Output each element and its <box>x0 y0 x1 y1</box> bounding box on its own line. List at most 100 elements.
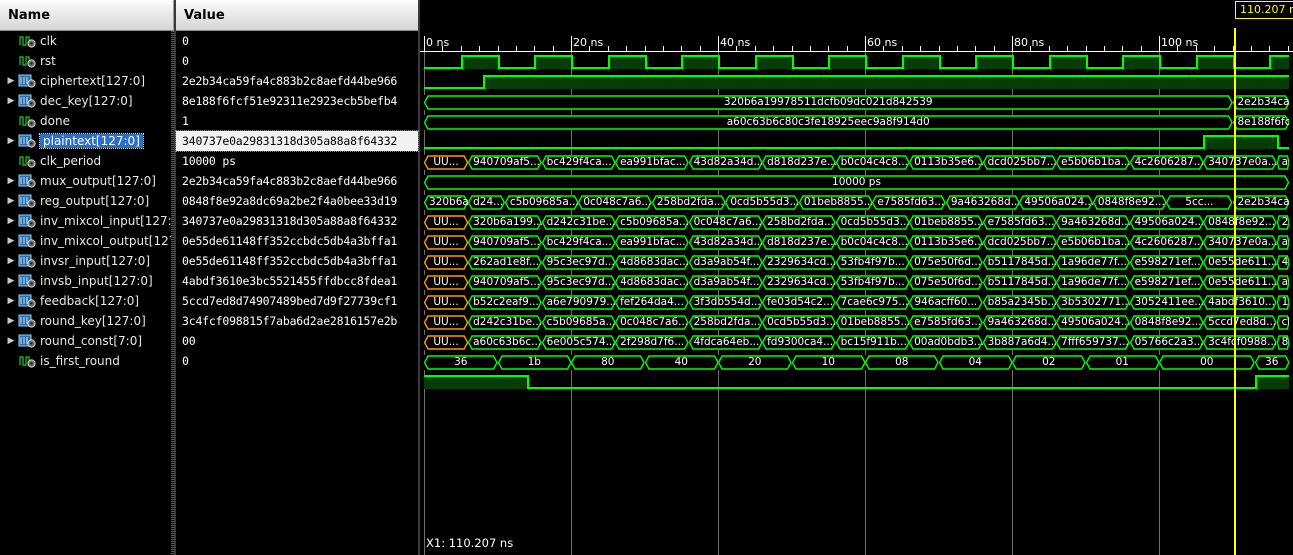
bus-segment: UU... <box>424 155 469 170</box>
bus-segment: 1a96de77f... <box>1056 255 1130 270</box>
signal-row-invsr_input1270[interactable]: ▶ invsr_input[127:0] <box>0 251 174 271</box>
bus-segment-label: 2329634cd... <box>767 276 836 288</box>
bus-segment: UU... <box>424 235 469 250</box>
bus-segment: UU... <box>424 215 469 230</box>
name-panel-scrollbar[interactable] <box>171 31 174 555</box>
bus-segment-label: 01beb8855... <box>914 216 983 228</box>
expand-triangle-icon[interactable]: ▶ <box>4 91 18 111</box>
waveform-row[interactable]: 36 1b 80 40 20 10 08 04 02 01 00 36 <box>420 352 1293 372</box>
bus-segment: 946acff60... <box>909 295 983 310</box>
bus-segment: 075e50f6d... <box>909 275 983 290</box>
expand-triangle-icon[interactable]: ▶ <box>4 191 18 211</box>
waveform-row[interactable]: UU... 940709af5... bc429f4ca... ea991bfac..… <box>420 152 1293 172</box>
expand-triangle-icon[interactable]: ▶ <box>4 331 18 351</box>
waveform-row[interactable]: UU... 262ad1e8f... 95c3ec97d... 4d8683dac..… <box>420 252 1293 272</box>
signal-value-text: 00 <box>182 334 196 348</box>
waveform-row[interactable]: a60c63b6c80c3fe18925eec9a8f914d0 8e188f6f… <box>420 112 1293 132</box>
waveform-high-level <box>534 55 571 57</box>
expand-triangle-icon[interactable]: ▶ <box>4 131 18 151</box>
bus-segment-label: 01beb8855... <box>803 196 873 208</box>
waveform-edge <box>497 55 500 69</box>
expand-triangle-icon[interactable]: ▶ <box>4 311 18 331</box>
signal-row-clk_period[interactable]: ▶ clk_period <box>0 151 174 171</box>
signal-row-dec_key1270[interactable]: ▶ dec_key[127:0] <box>0 91 174 111</box>
signal-value-cell: 8e188f6fcf51e92311e2923ecb5befb4 <box>176 91 418 111</box>
signal-row-is_first_round[interactable]: ▶ is_first_round <box>0 351 174 371</box>
signal-row-mux_output1270[interactable]: ▶ mux_output[127:0] <box>0 171 174 191</box>
waveform-row[interactable]: 320b6a199... d24... c5b09685a... 0c048c7a6.… <box>420 192 1293 212</box>
waveform-row[interactable]: UU... a60c63b6c... 6e005c574... 2f298d7f6..… <box>420 332 1293 352</box>
bus-segment: d3a9ab54f... <box>688 255 763 270</box>
signal-row-clk[interactable]: ▶ clk <box>0 31 174 51</box>
bus-segment: 05766c2a3... <box>1129 335 1204 350</box>
bus-segment: 80 <box>571 355 645 370</box>
signal-row-invsb_input1270[interactable]: ▶ invsb_input[127:0] <box>0 271 174 291</box>
bus-segment-label: 0848f8e92... <box>1134 316 1202 328</box>
signal-name-label: plaintext[127:0] <box>39 133 144 149</box>
waveform-row[interactable]: UU... b52c2eaf9... a6e790979... fef264da4..… <box>420 292 1293 312</box>
waveform-row[interactable] <box>420 72 1293 92</box>
value-column-header[interactable]: Value <box>176 0 418 31</box>
bus-segment: 10000 ps <box>424 175 1289 190</box>
bus-signal-icon <box>18 294 36 308</box>
time-ruler[interactable]: 0 ns 20 ns 40 ns 60 ns 80 ns 100 ns <box>420 0 1293 52</box>
waveform-row[interactable]: UU... d242c31be... c5b09685a... 0c048c7a6..… <box>420 312 1293 332</box>
signal-row-round_const70[interactable]: ▶ round_const[7:0] <box>0 331 174 351</box>
bus-segment: 0113b35e6... <box>909 155 983 170</box>
waveform-panel[interactable]: 0 ns 20 ns 40 ns 60 ns 80 ns 100 ns 320b6a199… <box>420 0 1293 555</box>
ruler-tick-label: 60 ns <box>867 36 898 49</box>
expand-triangle-icon[interactable]: ▶ <box>4 271 18 291</box>
waveform-row[interactable] <box>420 372 1293 392</box>
signal-row-feedback1270[interactable]: ▶ feedback[127:0] <box>0 291 174 311</box>
bus-segment: ea991bfac... <box>615 235 689 250</box>
signal-row-inv_mixcol_output1270[interactable]: ▶ inv_mixcol_output[127:0] <box>0 231 174 251</box>
bus-segment: 01beb8855... <box>835 315 910 330</box>
bus-segment-label: fd9300ca4... <box>767 336 834 348</box>
signal-name-list: ▶ clk ▶ rst ▶ ciphertext[127:0] ▶ dec_key[127:0… <box>0 31 174 371</box>
bus-segment: 940709af5... <box>468 275 542 290</box>
bus-segment: 340737e0a... <box>1203 235 1277 250</box>
bus-segment: 258bd2fda... <box>688 315 763 330</box>
expand-triangle-icon[interactable]: ▶ <box>4 71 18 91</box>
bus-segment-label: 940709af5... <box>473 236 541 248</box>
waveform-row[interactable]: UU... 320b6a199... d242c31be... c5b09685a..… <box>420 212 1293 232</box>
expand-triangle-icon[interactable]: ▶ <box>4 171 18 191</box>
expand-triangle-icon[interactable]: ▶ <box>4 251 18 271</box>
signal-row-plaintext1270[interactable]: ▶ plaintext[127:0] <box>0 131 174 151</box>
waveform-row[interactable] <box>420 132 1293 152</box>
signal-value-cell: 3c4fcf098815f7aba6d2ae2816157e2b <box>176 311 418 331</box>
bus-segment: 9a463268d... <box>982 315 1057 330</box>
bus-segment-label: a03... <box>1281 276 1289 288</box>
signal-row-round_key1270[interactable]: ▶ round_key[127:0] <box>0 311 174 331</box>
waveform-high-level <box>607 55 645 57</box>
name-column-header[interactable]: Name <box>0 0 174 31</box>
waveform-row[interactable] <box>420 52 1293 72</box>
waveform-high-level <box>828 55 865 57</box>
expand-triangle-icon[interactable]: ▶ <box>4 231 18 251</box>
bus-segment: 01 <box>1085 355 1159 370</box>
bus-segment: 0e55de611... <box>1203 255 1277 270</box>
expand-triangle-icon[interactable]: ▶ <box>4 211 18 231</box>
value-panel: Value 0 0 2e2b34ca59fa4c883b2c8aefd44be966… <box>175 0 420 555</box>
bus-segment-label: fe03d54c2... <box>767 296 834 308</box>
bus-segment: 4c2606287... <box>1129 235 1204 250</box>
bus-segment: 940709af5... <box>468 155 542 170</box>
bus-segment-label: cbe... <box>1281 316 1289 328</box>
waveform-low-level <box>865 67 902 69</box>
signal-row-inv_mixcol_input1270[interactable]: ▶ inv_mixcol_input[127:0] <box>0 211 174 231</box>
signal-row-done[interactable]: ▶ done <box>0 111 174 131</box>
bus-segment: 04 <box>938 355 1012 370</box>
waveform-row[interactable]: 10000 ps <box>420 172 1293 192</box>
waveform-row[interactable]: 320b6a19978511dcfb09dc021d842539 2e2b34ca… <box>420 92 1293 112</box>
ruler-tick-label: 20 ns <box>573 36 604 49</box>
waveform-low-level <box>526 387 1255 389</box>
cursor-marker[interactable] <box>1234 28 1237 555</box>
expand-triangle-icon[interactable]: ▶ <box>4 291 18 311</box>
waveform-high-level <box>1122 55 1159 57</box>
signal-row-reg_output1270[interactable]: ▶ reg_output[127:0] <box>0 191 174 211</box>
bus-segment: 00 <box>1159 355 1255 370</box>
signal-row-rst[interactable]: ▶ rst <box>0 51 174 71</box>
waveform-row[interactable]: UU... 940709af5... 95c3ec97d... 4d8683dac..… <box>420 272 1293 292</box>
waveform-row[interactable]: UU... 940709af5... bc429f4ca... ea991bfac..… <box>420 232 1293 252</box>
signal-row-ciphertext1270[interactable]: ▶ ciphertext[127:0] <box>0 71 174 91</box>
